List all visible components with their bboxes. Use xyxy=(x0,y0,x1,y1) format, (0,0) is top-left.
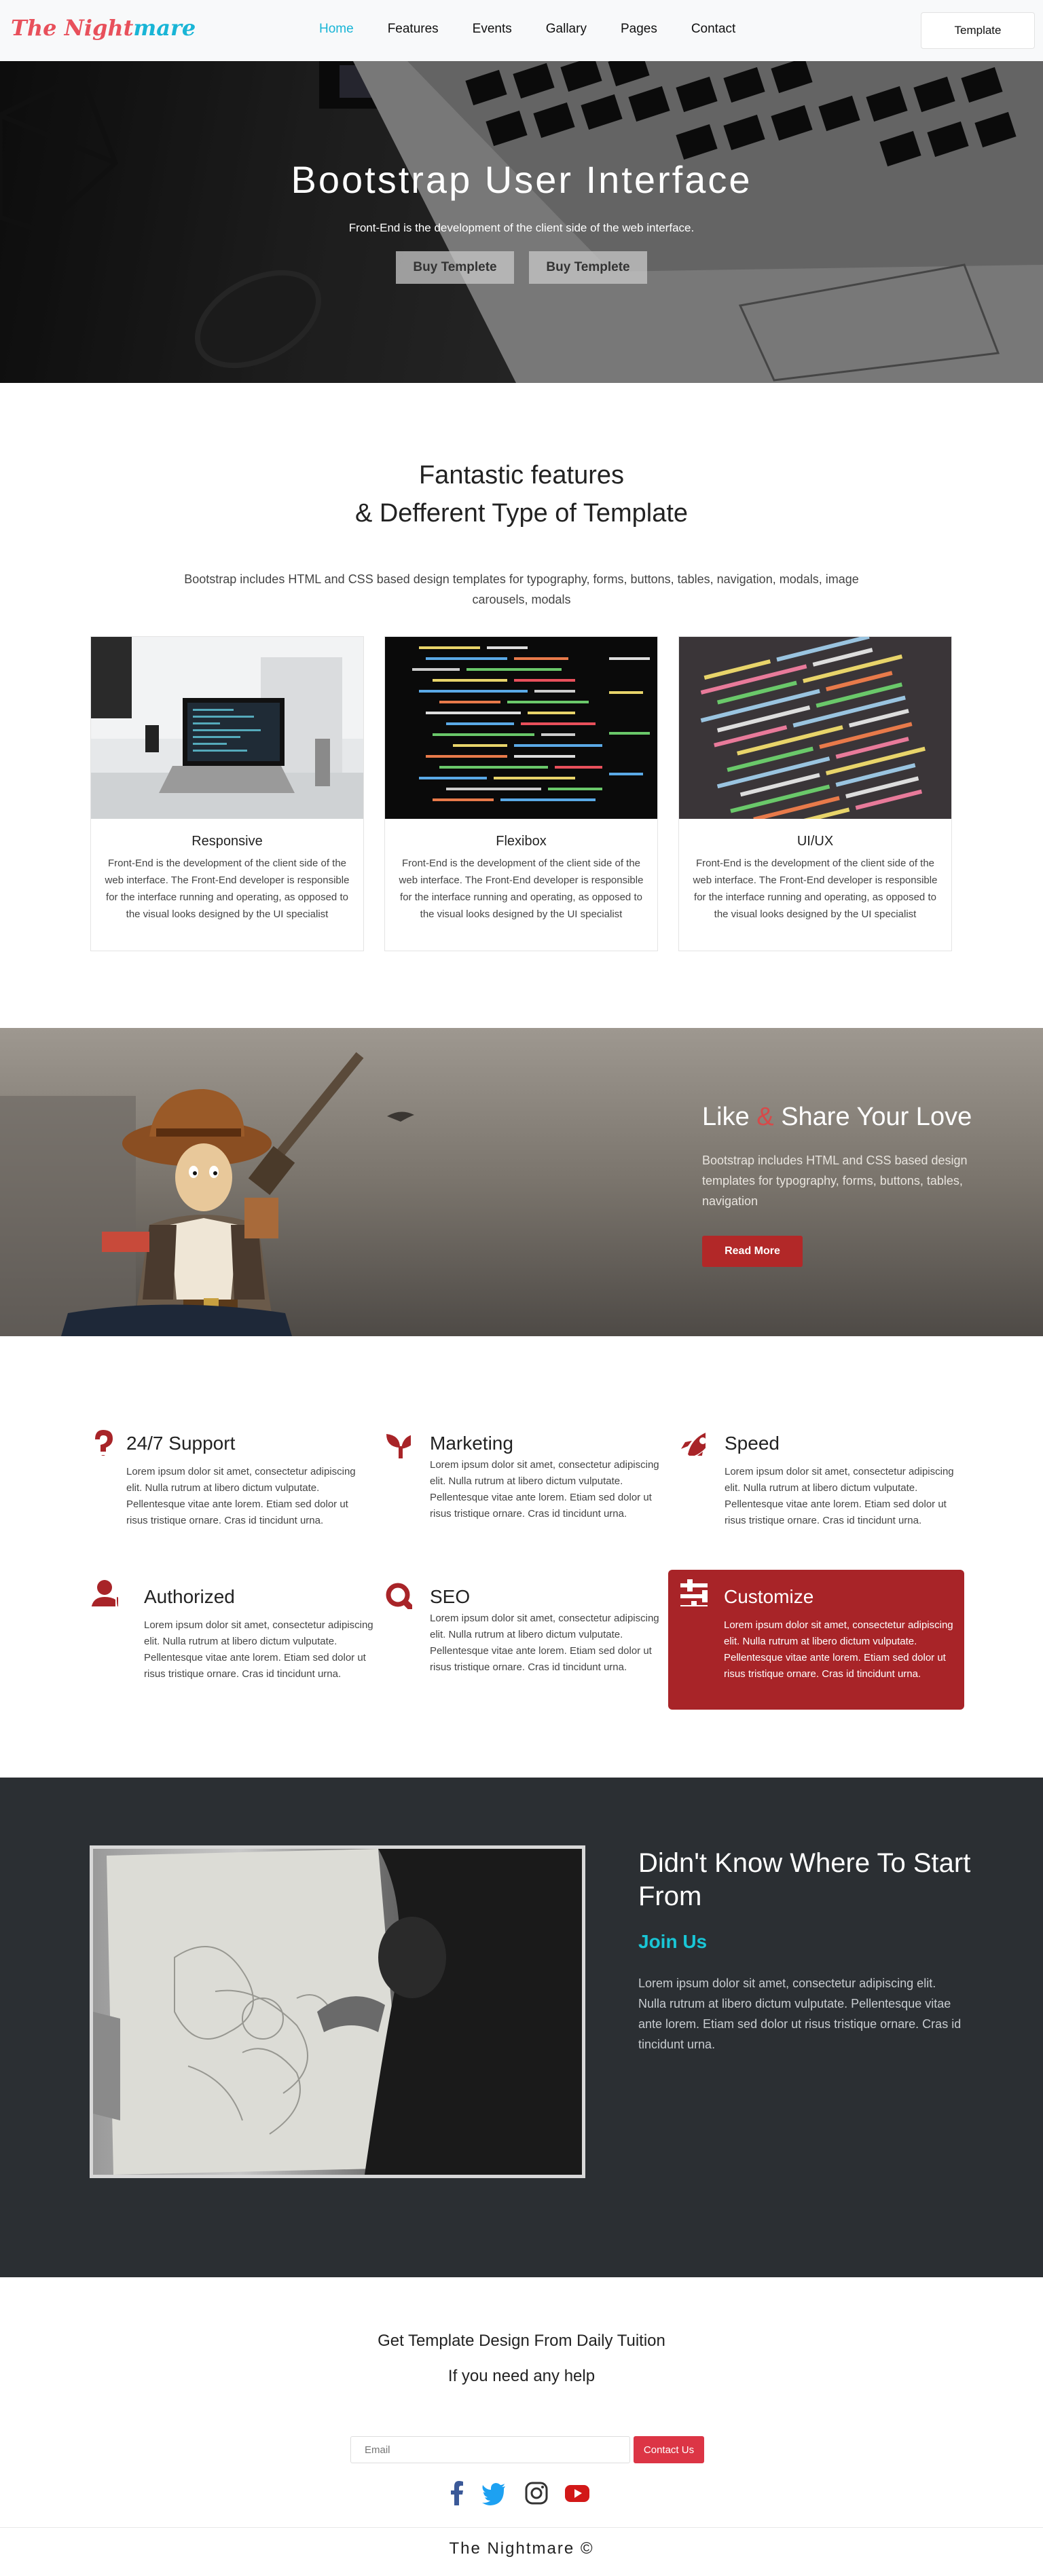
nav-link-features[interactable]: Features xyxy=(388,22,439,37)
instagram-icon[interactable] xyxy=(523,2480,550,2507)
buy-template-button-2[interactable]: Buy Templete xyxy=(529,251,647,284)
logo-part-2: mare xyxy=(133,15,196,41)
nav-link-contact[interactable]: Contact xyxy=(691,22,735,37)
service-text: Lorem ipsum dolor sit amet, consectetur … xyxy=(430,1613,659,1673)
join-text: Lorem ipsum dolor sit amet, consectetur … xyxy=(638,1976,962,2051)
nav-links: Home Features Events Gallary Pages Conta… xyxy=(319,22,769,37)
feature-card-text: Front-End is the development of the clie… xyxy=(399,858,644,920)
feature-card-title: Responsive xyxy=(191,834,263,849)
footer-divider xyxy=(0,2527,1043,2528)
hero-title: Bootstrap User Interface xyxy=(291,158,752,201)
feature-card-text: Front-End is the development of the clie… xyxy=(693,858,938,920)
feature-card-flexibox: Flexibox Front-End is the development of… xyxy=(384,636,658,951)
feature-card-title: Flexibox xyxy=(496,834,547,849)
sliders-icon xyxy=(680,1579,708,1606)
rocket-icon xyxy=(681,1433,706,1456)
service-title: Authorized xyxy=(144,1586,235,1607)
service-title: SEO xyxy=(430,1586,471,1607)
nav-link-events[interactable]: Events xyxy=(473,22,512,37)
service-title: Marketing xyxy=(430,1433,513,1454)
nav-link-pages[interactable]: Pages xyxy=(621,22,657,37)
search-icon xyxy=(386,1583,412,1609)
service-text: Lorem ipsum dolor sit amet, consectetur … xyxy=(725,1466,954,1526)
feature-card-ui-ux: UI/UX Front-End is the development of th… xyxy=(678,636,952,951)
service-customize[interactable]: Customize Lorem ipsum dolor sit amet, co… xyxy=(668,1570,964,1710)
contact-title: Get Template Design From Daily Tuition xyxy=(378,2332,665,2350)
contact-us-button[interactable]: Contact Us xyxy=(634,2436,704,2463)
service-marketing: Marketing Lorem ipsum dolor sit amet, co… xyxy=(384,1426,669,1548)
contact-subtitle: If you need any help xyxy=(447,2367,596,2385)
join-us-link[interactable]: Join Us xyxy=(638,1931,707,1953)
features-title-line-1: Fantastic features xyxy=(418,461,625,490)
brand-logo[interactable]: The Nightmare xyxy=(11,15,196,41)
features-title-line-2: & Defferent Type of Template xyxy=(354,499,689,528)
feature-card-title: UI/UX xyxy=(797,834,834,849)
service-text: Lorem ipsum dolor sit amet, consectetur … xyxy=(144,1619,373,1680)
service-title: Customize xyxy=(724,1586,814,1607)
youtube-icon[interactable] xyxy=(564,2480,591,2507)
navbar: The Nightmare Home Features Events Galla… xyxy=(0,0,1043,61)
banner-title-part-2: Share Your Love xyxy=(773,1103,972,1131)
service-seo: SEO Lorem ipsum dolor sit amet, consecte… xyxy=(384,1579,669,1701)
feature-card-image xyxy=(91,637,363,819)
feature-card-image xyxy=(385,637,657,819)
service-text: Lorem ipsum dolor sit amet, consectetur … xyxy=(126,1466,356,1526)
facebook-icon[interactable] xyxy=(444,2480,471,2507)
banner-title-part-1: Like xyxy=(702,1103,757,1131)
nav-link-home[interactable]: Home xyxy=(319,22,354,37)
features-description: Bootstrap includes HTML and CSS based de… xyxy=(184,572,859,606)
feature-card-text: Front-End is the development of the clie… xyxy=(105,858,350,920)
hero-buttons: Buy Templete Buy Templete xyxy=(0,251,1043,284)
nav-link-gallary[interactable]: Gallary xyxy=(546,22,587,37)
twitter-icon[interactable] xyxy=(481,2480,508,2507)
email-input[interactable] xyxy=(350,2436,630,2463)
buy-template-button[interactable]: Buy Templete xyxy=(396,251,514,284)
drawing-artist-image xyxy=(90,1845,585,2178)
features-title: Fantastic features & Defferent Type of T… xyxy=(0,456,1043,532)
banner-title-ampersand: & xyxy=(756,1103,774,1131)
hero-subtitle: Front-End is the development of the clie… xyxy=(348,221,695,234)
read-more-button[interactable]: Read More xyxy=(702,1236,803,1267)
footer-copyright: The Nightmare © xyxy=(449,2539,594,2558)
question-icon xyxy=(95,1430,113,1456)
service-text: Lorem ipsum dolor sit amet, consectetur … xyxy=(430,1459,659,1520)
join-title: Didn't Know Where To Start From xyxy=(638,1848,971,1911)
seedling-icon xyxy=(386,1434,411,1458)
banner-text: Bootstrap includes HTML and CSS based de… xyxy=(702,1154,968,1208)
service-title: Speed xyxy=(725,1433,780,1454)
feature-card-responsive: Responsive Front-End is the development … xyxy=(90,636,364,951)
hero-section: Bootstrap User Interface Front-End is th… xyxy=(0,61,1043,383)
banner-title: Like & Share Your Love xyxy=(702,1103,972,1132)
service-speed: Speed Lorem ipsum dolor sit amet, consec… xyxy=(678,1426,964,1548)
service-authorized: Authorized Lorem ipsum dolor sit amet, c… xyxy=(88,1579,373,1701)
user-shield-icon xyxy=(91,1580,118,1606)
service-text: Lorem ipsum dolor sit amet, consectetur … xyxy=(724,1619,953,1680)
feature-card-image xyxy=(679,637,951,819)
logo-part-1: The Night xyxy=(11,15,134,41)
love-banner: Like & Share Your Love Bootstrap include… xyxy=(0,1028,1043,1336)
service-title: 24/7 Support xyxy=(126,1433,236,1454)
template-button[interactable]: Template xyxy=(921,12,1035,49)
service-24-7-support: 24/7 Support Lorem ipsum dolor sit amet,… xyxy=(88,1426,373,1548)
join-section: Didn't Know Where To Start From Join Us … xyxy=(0,1778,1043,2277)
